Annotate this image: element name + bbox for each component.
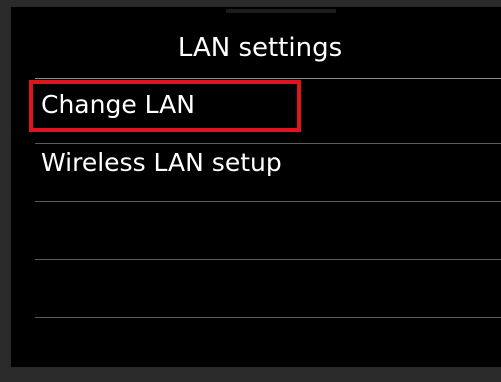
screen-title-bar: LAN settings bbox=[11, 7, 501, 78]
selection-highlight bbox=[29, 80, 301, 132]
menu-divider bbox=[35, 259, 501, 260]
device-frame: LAN settings Change LAN Wireless LAN set… bbox=[0, 0, 501, 382]
device-bezel-bottom bbox=[0, 367, 501, 382]
menu-divider bbox=[35, 143, 501, 144]
menu-item-label: Wireless LAN setup bbox=[41, 148, 282, 177]
menu-item-empty-4 bbox=[11, 252, 501, 310]
menu-item-empty-5 bbox=[11, 310, 501, 367]
page-title: LAN settings bbox=[177, 32, 343, 63]
menu-divider bbox=[35, 201, 501, 202]
lcd-screen: LAN settings Change LAN Wireless LAN set… bbox=[11, 7, 501, 367]
menu-divider bbox=[35, 317, 501, 318]
menu-item-wireless-lan-setup[interactable]: Wireless LAN setup bbox=[11, 136, 501, 194]
menu-item-empty-3 bbox=[11, 194, 501, 252]
